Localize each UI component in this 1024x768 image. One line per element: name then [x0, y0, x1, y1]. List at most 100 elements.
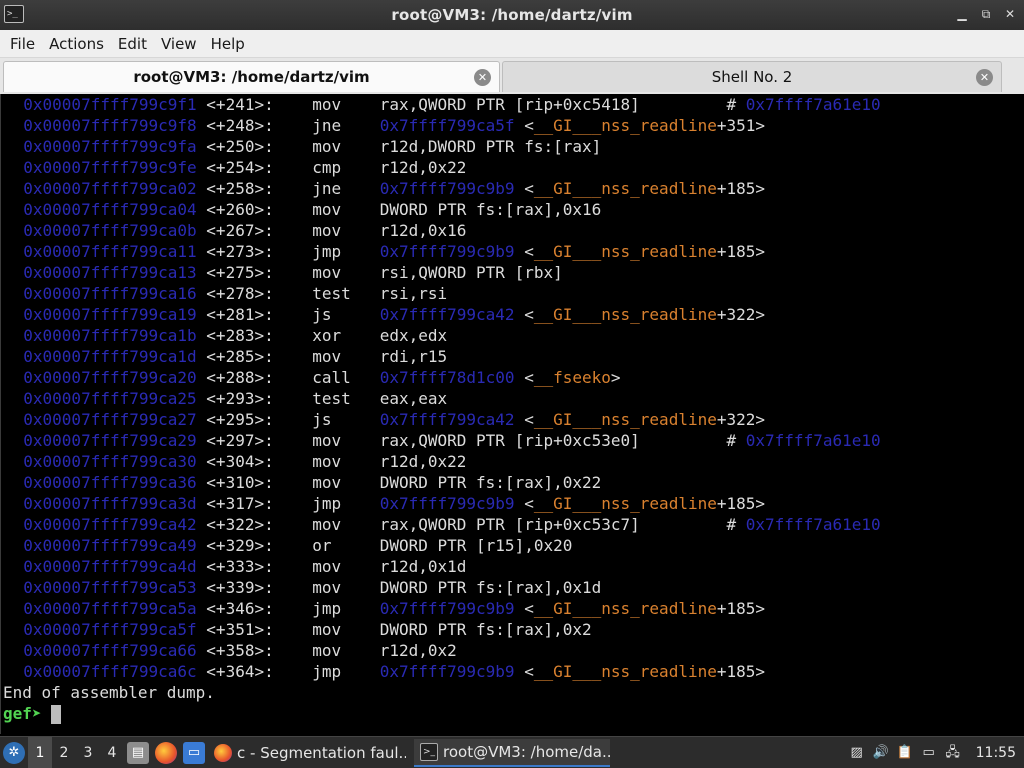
window-title: root@VM3: /home/dartz/vim [391, 6, 633, 24]
asm-address: 0x00007ffff799c9fa [23, 137, 197, 156]
terminal-output[interactable]: 0x00007ffff799c9f1 <+241>: mov rax,QWORD… [0, 94, 1024, 734]
desktop-icon[interactable]: ▭ [183, 741, 205, 764]
tab-root-shell[interactable]: root@VM3: /home/dartz/vim ✕ [3, 61, 500, 92]
asm-mnemonic: mov [312, 221, 342, 240]
asm-target: 0x7ffff799c9b9 [379, 179, 515, 198]
clipboard-icon[interactable]: 📋 [896, 744, 914, 762]
text-cursor[interactable] [51, 705, 62, 724]
close-icon[interactable]: ✕ [1000, 4, 1020, 24]
asm-symbol: __GI___nss_readline [533, 410, 717, 429]
asm-line: 0x00007ffff799ca53 <+339>: mov DWORD PTR… [4, 577, 601, 598]
asm-offset: <+275>: [206, 263, 274, 282]
asm-mnemonic: mov [312, 137, 342, 156]
asm-mnemonic: mov [312, 431, 342, 450]
asm-offset: <+278>: [206, 284, 274, 303]
asm-mnemonic: mov [312, 578, 342, 597]
asm-mnemonic: js [312, 410, 332, 429]
volume-icon[interactable]: 🔊 [872, 744, 890, 762]
asm-address: 0x00007ffff799ca5f [23, 620, 197, 639]
asm-address: 0x00007ffff799ca04 [23, 200, 197, 219]
asm-operands: rdi,r15 [379, 347, 448, 366]
task-firefox[interactable]: c - Segmentation faul... [208, 739, 406, 767]
workspace-3[interactable]: 3 [76, 737, 100, 768]
asm-address: 0x00007ffff799ca29 [23, 431, 197, 450]
asm-address: 0x00007ffff799c9f1 [23, 95, 197, 114]
asm-line: 0x00007ffff799c9fa <+250>: mov r12d,DWOR… [4, 136, 601, 157]
asm-line: 0x00007ffff799c9f8 <+248>: jne 0x7ffff79… [23, 116, 766, 135]
menu-bar: File Actions Edit View Help [0, 30, 1024, 58]
gef-prompt: gef➤ [3, 704, 42, 723]
task-label: root@VM3: /home/da... [443, 742, 610, 761]
gef-prompt-line: gef➤ [3, 703, 62, 724]
asm-offset: <+322>: [206, 515, 274, 534]
asm-target: 0x7ffff799c9b9 [379, 599, 515, 618]
file-manager-icon[interactable]: ▤ [127, 741, 149, 764]
asm-operands: rsi,QWORD PTR [rbx] [379, 263, 563, 282]
workspace-4[interactable]: 4 [100, 737, 124, 768]
asm-operands: eax,eax [379, 389, 448, 408]
asm-operands: rax,QWORD PTR [rip+0xc53c7] [379, 515, 640, 534]
asm-mnemonic: call [312, 368, 351, 387]
asm-line: 0x00007ffff799c9fe <+254>: cmp r12d,0x22 [4, 157, 466, 178]
menu-edit[interactable]: Edit [111, 35, 154, 53]
minimize-icon[interactable]: ▁ [952, 4, 972, 24]
asm-operands: r12d,DWORD PTR fs:[rax] [379, 137, 602, 156]
tab-close-icon[interactable]: ✕ [976, 69, 993, 86]
asm-address: 0x00007ffff799ca49 [23, 536, 197, 555]
menu-help[interactable]: Help [204, 35, 252, 53]
network-icon[interactable]: 🖧 [944, 744, 962, 762]
terminal-app-icon: >_ [4, 5, 24, 23]
asm-offset: <+260>: [206, 200, 274, 219]
clock[interactable]: 11:55 [976, 745, 1016, 761]
asm-symbol: __GI___nss_readline [533, 662, 717, 681]
asm-operands: rax,QWORD PTR [rip+0xc5418] [379, 95, 640, 114]
menu-view[interactable]: View [154, 35, 204, 53]
menu-actions[interactable]: Actions [42, 35, 111, 53]
display-icon[interactable]: ▭ [920, 744, 938, 762]
asm-target: 0x7ffff799c9b9 [379, 662, 515, 681]
asm-address: 0x00007ffff799ca3d [23, 494, 197, 513]
asm-offset: <+293>: [206, 389, 274, 408]
task-terminal[interactable]: >_ root@VM3: /home/da... [414, 738, 610, 767]
asm-mnemonic: jmp [312, 242, 342, 261]
asm-line: 0x00007ffff799ca5a <+346>: jmp 0x7ffff79… [23, 599, 766, 618]
asm-line: 0x00007ffff799ca11 <+273>: jmp 0x7ffff79… [23, 242, 766, 261]
asm-address: 0x00007ffff799ca66 [23, 641, 197, 660]
asm-offset: <+267>: [206, 221, 274, 240]
asm-offset: <+295>: [206, 410, 274, 429]
asm-mnemonic: mov [312, 620, 342, 639]
asm-line: 0x00007ffff799c9f1 <+241>: mov rax,QWORD… [23, 95, 881, 114]
maximize-icon[interactable]: ⧉ [976, 4, 996, 24]
asm-offset: <+288>: [206, 368, 274, 387]
asm-mnemonic: mov [312, 515, 342, 534]
asm-operands: r12d,0x1d [379, 557, 467, 576]
asm-line: 0x00007ffff799ca5f <+351>: mov DWORD PTR… [4, 619, 592, 640]
asm-line: 0x00007ffff799ca13 <+275>: mov rsi,QWORD… [4, 262, 563, 283]
window-titlebar[interactable]: >_ root@VM3: /home/dartz/vim ▁ ⧉ ✕ [0, 0, 1024, 30]
asm-mnemonic: test [312, 389, 351, 408]
asm-symbol-offset: +185 [716, 494, 756, 513]
asm-address: 0x00007ffff799ca6c [23, 662, 197, 681]
asm-offset: <+283>: [206, 326, 274, 345]
asm-offset: <+346>: [206, 599, 274, 618]
asm-target: 0x7ffff799c9b9 [379, 494, 515, 513]
start-menu-icon[interactable]: ✲ [3, 741, 25, 764]
asm-offset: <+358>: [206, 641, 274, 660]
asm-address: 0x00007ffff799ca27 [23, 410, 197, 429]
menu-file[interactable]: File [3, 35, 42, 53]
asm-operands: DWORD PTR fs:[rax],0x2 [379, 620, 592, 639]
firefox-icon[interactable] [155, 741, 177, 764]
asm-line: 0x00007ffff799ca66 <+358>: mov r12d,0x2 [4, 640, 457, 661]
asm-symbol-offset: +185 [716, 662, 756, 681]
asm-address: 0x00007ffff799ca19 [23, 305, 197, 324]
asm-line: 0x00007ffff799ca6c <+364>: jmp 0x7ffff79… [23, 662, 766, 681]
asm-offset: <+317>: [206, 494, 274, 513]
asm-line: 0x00007ffff799ca3d <+317>: jmp 0x7ffff79… [23, 494, 766, 513]
tray-window-icon[interactable]: ▨ [848, 744, 866, 762]
workspace-2[interactable]: 2 [52, 737, 76, 768]
tab-close-icon[interactable]: ✕ [474, 69, 491, 86]
tab-shell-2[interactable]: Shell No. 2 ✕ [502, 61, 1002, 92]
asm-mnemonic: jne [312, 116, 342, 135]
asm-mnemonic: test [312, 284, 351, 303]
workspace-1[interactable]: 1 [28, 736, 52, 768]
